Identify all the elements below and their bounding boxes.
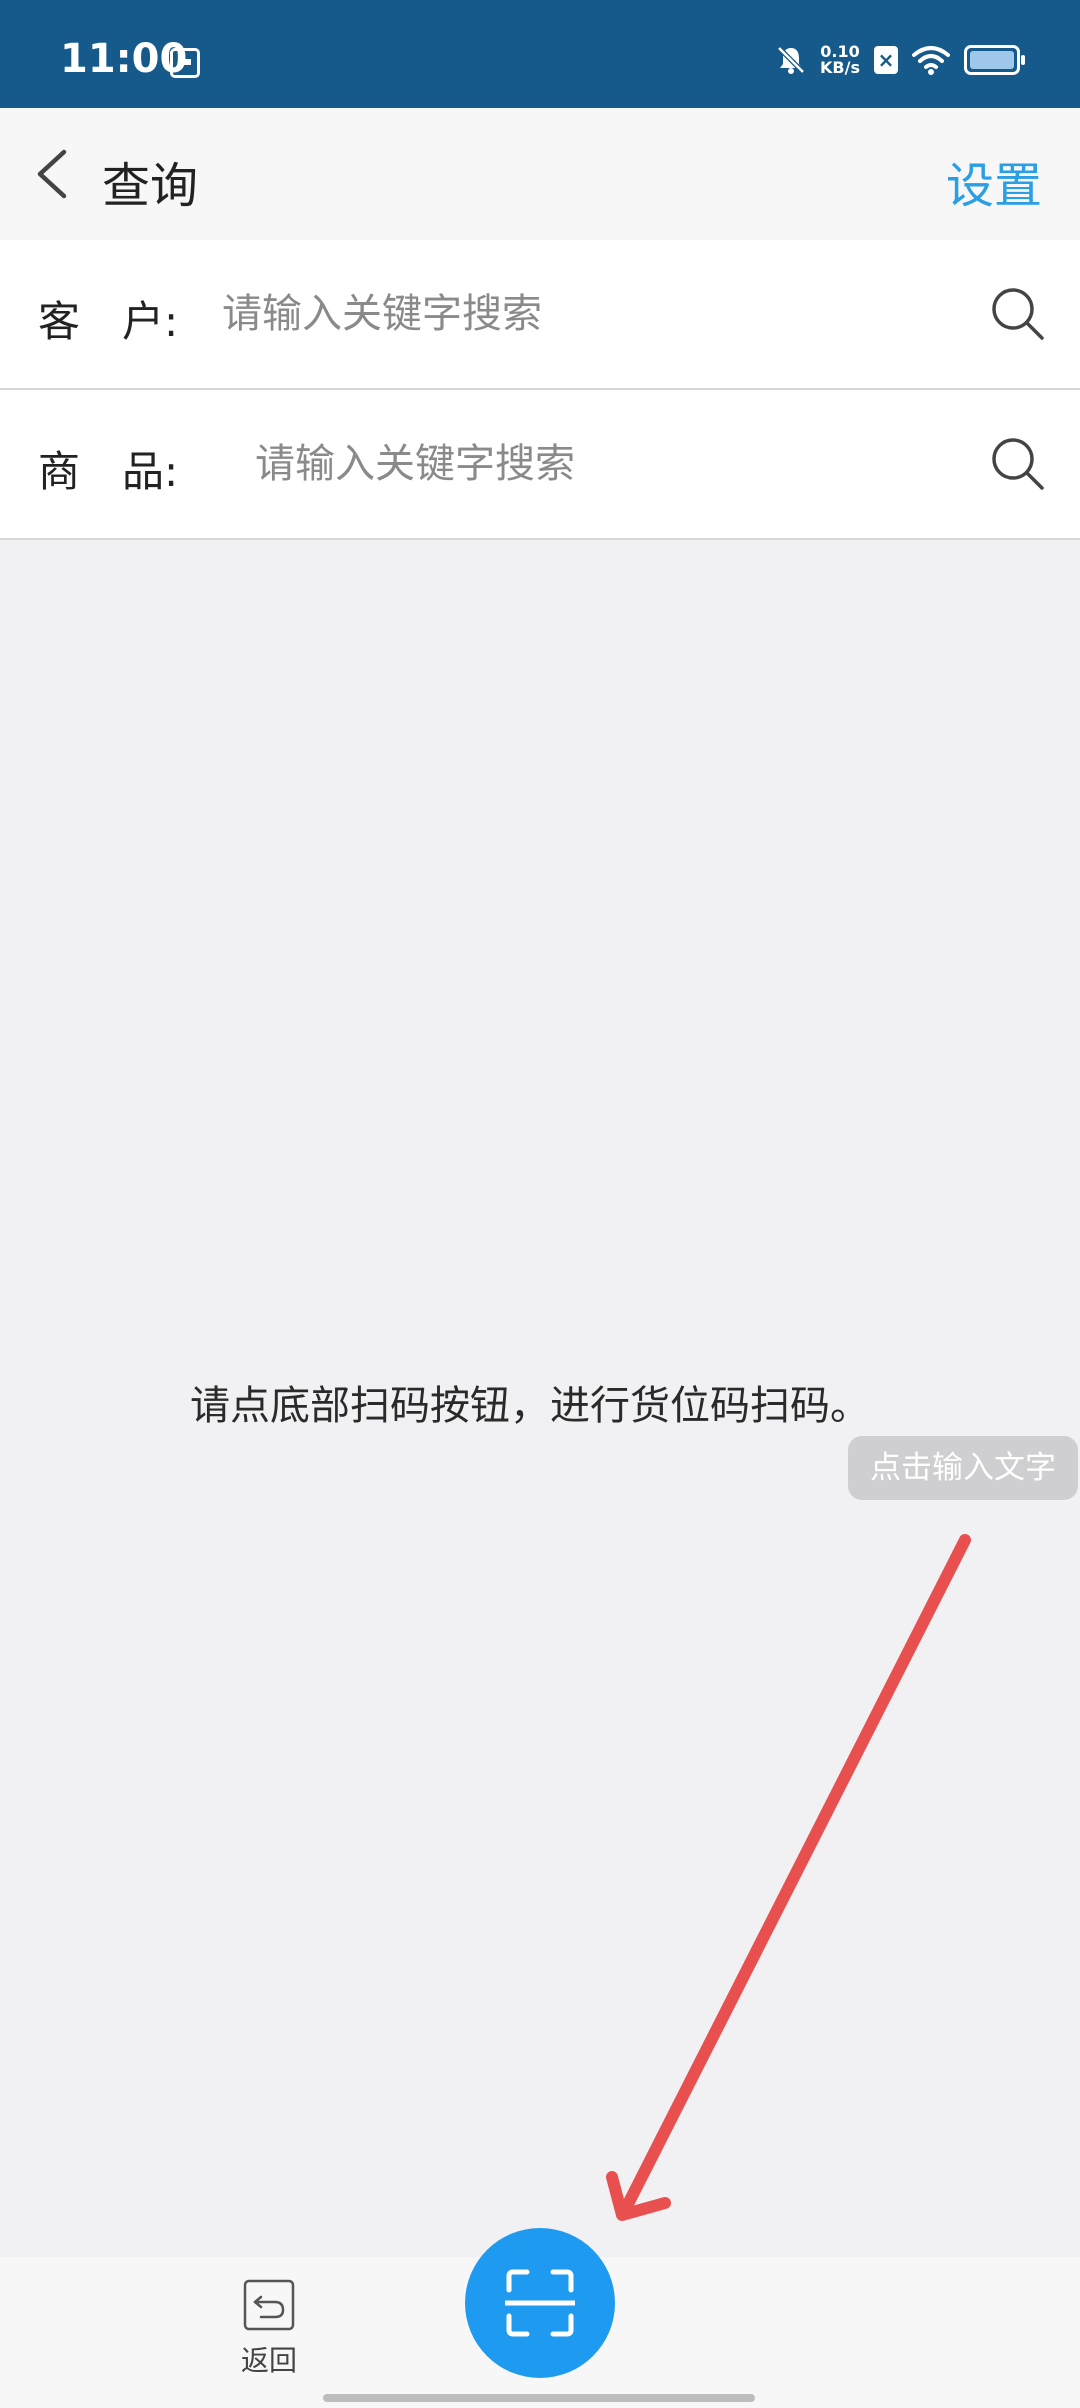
network-speed: 0.10 KB/s bbox=[820, 44, 860, 76]
back-button[interactable]: 返回 bbox=[238, 2279, 300, 2379]
query-page: 11:00 0.10 KB/s × 查询 设置 客 户: 请输入关键字搜索 商 … bbox=[0, 0, 1080, 2408]
status-bar: 11:00 0.10 KB/s × bbox=[0, 0, 1080, 108]
product-search-row: 商 品: bbox=[0, 390, 1080, 540]
search-icon[interactable] bbox=[988, 434, 1048, 494]
close-box-icon: × bbox=[874, 46, 898, 74]
calendar-icon bbox=[170, 48, 200, 78]
network-speed-unit: KB/s bbox=[820, 58, 860, 77]
status-time: 11:00 bbox=[60, 36, 188, 82]
product-label: 商 品: bbox=[38, 447, 179, 496]
undo-icon bbox=[243, 2279, 295, 2331]
back-chevron-icon[interactable] bbox=[30, 144, 80, 204]
scan-button[interactable] bbox=[465, 2228, 615, 2378]
text-input-tooltip[interactable]: 点击输入文字 bbox=[848, 1436, 1078, 1500]
battery-icon bbox=[964, 45, 1025, 75]
back-label: 返回 bbox=[240, 2344, 297, 2377]
settings-button[interactable]: 设置 bbox=[946, 146, 1042, 216]
app-header: 查询 设置 bbox=[0, 108, 1080, 240]
wifi-icon bbox=[912, 46, 950, 75]
customer-search-row: 客 户: bbox=[0, 240, 1080, 390]
search-icon[interactable] bbox=[988, 284, 1048, 344]
product-search-input[interactable] bbox=[253, 428, 957, 500]
customer-label: 客 户: bbox=[38, 297, 179, 346]
customer-search-input[interactable] bbox=[220, 278, 924, 350]
scan-instruction: 请点底部扫码按钮，进行货位码扫码。 bbox=[190, 1383, 870, 1429]
page-title: 查询 bbox=[102, 158, 199, 214]
home-indicator[interactable] bbox=[323, 2394, 755, 2402]
status-icons: 0.10 KB/s × bbox=[776, 44, 1025, 76]
scan-icon bbox=[505, 2269, 575, 2337]
bell-off-icon bbox=[777, 46, 805, 74]
